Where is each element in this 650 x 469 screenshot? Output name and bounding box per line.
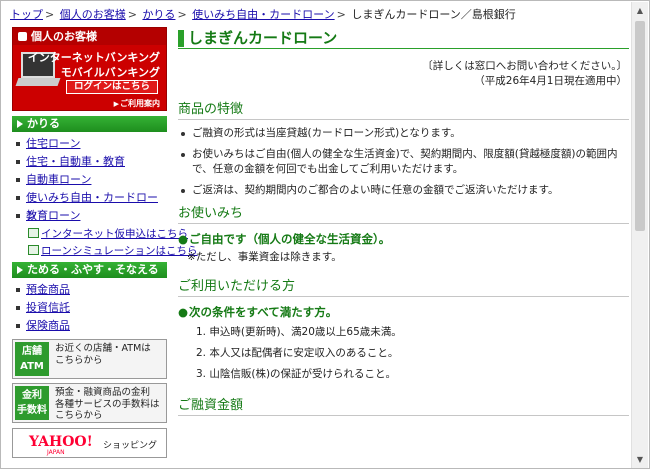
sidebar: 個人のお客様 インターネットバンキング モバイルバンキング ログインはこちら ご… <box>12 27 198 458</box>
inquiry-note-line2: （平成26年4月1日現在適用中） <box>474 75 627 87</box>
sidebar-item-deposits[interactable]: 預金商品 <box>12 281 167 299</box>
sidebar-item-label[interactable]: 住宅・自動車・教育 <box>26 155 125 168</box>
scroll-thumb[interactable] <box>635 21 645 231</box>
eligibility-list: 1. 申込時(更新時)、満20歳以上65歳未満。 2. 本人又は配偶者に安定収入… <box>178 325 629 382</box>
breadcrumb-separator: > <box>45 8 55 21</box>
sidebar-item-label[interactable]: 保険商品 <box>26 319 70 332</box>
branch-atm-label: 店舗 ATM <box>15 342 49 376</box>
list-item: ご返済は、契約期間内のご都合のよい時に任意の金額でご返済いただけます。 <box>178 183 629 198</box>
vertical-scrollbar[interactable]: ▲ ▼ <box>631 2 648 468</box>
rates-fees-line1: 預金・融資商品の金利 <box>55 387 151 398</box>
page-title-text: しまぎんカードローン <box>188 29 338 47</box>
yahoo-shopping-banner[interactable]: YAHOO! JAPAN ショッピング <box>12 428 167 458</box>
sidebar-save-list: 預金商品 投資信託 保険商品 <box>12 281 167 335</box>
breadcrumb-personal[interactable]: 個人のお客様 <box>60 8 126 21</box>
pc-icon <box>28 228 39 238</box>
branch-atm-banner[interactable]: 店舗 ATM お近くの店舗・ATMは こちらから <box>12 339 167 379</box>
login-button[interactable]: ログインはこちら <box>66 80 158 94</box>
scroll-up-icon[interactable]: ▲ <box>632 2 648 19</box>
online-application-label[interactable]: インターネット仮申込はこちら <box>41 228 188 240</box>
rates-fees-banner[interactable]: 金利手数料 預金・融資商品の金利 各種サービスの手数料は こちらから <box>12 383 167 423</box>
section-features-title: 商品の特徴 <box>178 100 629 120</box>
breadcrumb-borrow[interactable]: かりる <box>142 8 175 21</box>
scroll-down-icon[interactable]: ▼ <box>632 451 648 468</box>
yahoo-japan-label: JAPAN <box>47 449 65 456</box>
atm-label: ATM <box>20 361 44 372</box>
sidebar-item-free-use-card-loan[interactable]: 使いみち自由・カードローン <box>12 189 167 222</box>
section-eligibility-title: ご利用いただける方 <box>178 277 629 297</box>
sidebar-item-label[interactable]: 投資信託 <box>26 301 70 314</box>
rates-fees-label: 金利 手数料 <box>15 386 49 420</box>
sidebar-item-investment-trust[interactable]: 投資信託 <box>12 299 167 317</box>
page-title: しまぎんカードローン <box>178 27 629 49</box>
banner-header: 個人のお客様 <box>13 28 166 45</box>
sidebar-section-borrow: かりる <box>12 116 167 132</box>
fees-label: 手数料 <box>17 405 47 416</box>
list-item: お使いみちはご自由(個人の健全な生活資金)で、契約期間内、限度額(貸越極度額)の… <box>178 147 629 177</box>
breadcrumb-separator: > <box>127 8 137 21</box>
inquiry-note-line1: 〔詳しくは窓口へお問い合わせください。〕 <box>422 60 627 72</box>
list-item: 1. 申込時(更新時)、満20歳以上65歳未満。 <box>196 326 402 338</box>
breadcrumb-separator: > <box>336 8 346 21</box>
list-item: 3. 山陰信販(株)の保証が受けられること。 <box>196 368 397 380</box>
inquiry-note: 〔詳しくは窓口へお問い合わせください。〕 （平成26年4月1日現在適用中） <box>178 59 627 89</box>
sidebar-item-insurance[interactable]: 保険商品 <box>12 317 167 335</box>
breadcrumb-separator: > <box>177 8 187 21</box>
online-application-link[interactable]: インターネット仮申込はこちら <box>12 225 188 242</box>
sidebar-item-label[interactable]: 預金商品 <box>26 283 70 296</box>
yahoo-shopping-label: ショッピング <box>103 441 158 451</box>
breadcrumb-top[interactable]: トップ <box>10 8 43 21</box>
breadcrumb-card-loan[interactable]: 使いみち自由・カードローン <box>192 8 334 21</box>
internet-banking-banner[interactable]: 個人のお客様 インターネットバンキング モバイルバンキング ログインはこちら ご… <box>12 27 167 111</box>
sidebar-item-label[interactable]: 教育ローン <box>26 209 80 222</box>
sidebar-item-housing-car-edu[interactable]: 住宅・自動車・教育 <box>12 153 167 171</box>
list-item: ご融資の形式は当座貸越(カードローン形式)となります。 <box>178 126 629 141</box>
sidebar-item-education-loan[interactable]: 教育ローン <box>12 207 167 225</box>
loan-simulation-link[interactable]: ローンシミュレーションはこちら <box>12 242 198 259</box>
pc-icon <box>28 245 39 255</box>
usage-guide-link[interactable]: ご利用案内 <box>114 98 160 109</box>
features-list: ご融資の形式は当座貸越(カードローン形式)となります。 お使いみちはご自由(個人… <box>178 126 629 198</box>
main-content: しまぎんカードローン 〔詳しくは窓口へお問い合わせください。〕 （平成26年4月1… <box>178 27 629 416</box>
eligibility-lead: 次の条件をすべて満たす方。 <box>178 304 629 320</box>
rates-label: 金利 <box>22 390 42 401</box>
section-loan-amount-title: ご融資金額 <box>178 396 629 416</box>
rates-fees-line3: こちらから <box>55 410 103 421</box>
sidebar-item-housing-loan[interactable]: 住宅ローン <box>12 135 167 153</box>
sidebar-section-save: ためる・ふやす・そなえる <box>12 262 167 278</box>
breadcrumb: トップ > 個人のお客様 > かりる > 使いみち自由・カードローン > しまぎんカード… <box>10 7 516 23</box>
rates-fees-line2: 各種サービスの手数料は <box>55 398 160 410</box>
section-usage-title: お使いみち <box>178 204 629 224</box>
list-item: 2. 本人又は配偶者に安定収入のあること。 <box>196 347 399 359</box>
sidebar-item-label[interactable]: 住宅ローン <box>26 137 80 150</box>
banner-line1: インターネットバンキング <box>27 51 160 64</box>
yahoo-logo: YAHOO! <box>29 434 93 450</box>
rates-fees-text: 預金・融資商品の金利 各種サービスの手数料は こちらから <box>55 387 160 422</box>
branch-label: 店舗 <box>22 346 42 357</box>
branch-atm-text: お近くの店舗・ATMは こちらから <box>55 343 151 366</box>
branch-atm-line1: お近くの店舗・ATMは <box>55 343 151 354</box>
usage-lead: ご自由です（個人の健全な生活資金）。 <box>178 231 629 247</box>
banner-line2: モバイルバンキング <box>60 66 160 79</box>
sidebar-item-label[interactable]: 自動車ローン <box>26 173 91 186</box>
usage-note: ※ただし、事業資金は除きます。 <box>187 251 342 263</box>
sidebar-borrow-list: 住宅ローン 住宅・自動車・教育 自動車ローン 使いみち自由・カードローン 教育ロ… <box>12 135 167 225</box>
loan-simulation-label[interactable]: ローンシミュレーションはこちら <box>41 245 198 257</box>
branch-atm-line2: こちらから <box>55 354 103 366</box>
browser-viewport: トップ > 個人のお客様 > かりる > 使いみち自由・カードローン > しまぎんカード… <box>0 0 650 469</box>
sidebar-item-car-loan[interactable]: 自動車ローン <box>12 171 167 189</box>
breadcrumb-current: しまぎんカードローン／島根銀行 <box>351 8 516 21</box>
